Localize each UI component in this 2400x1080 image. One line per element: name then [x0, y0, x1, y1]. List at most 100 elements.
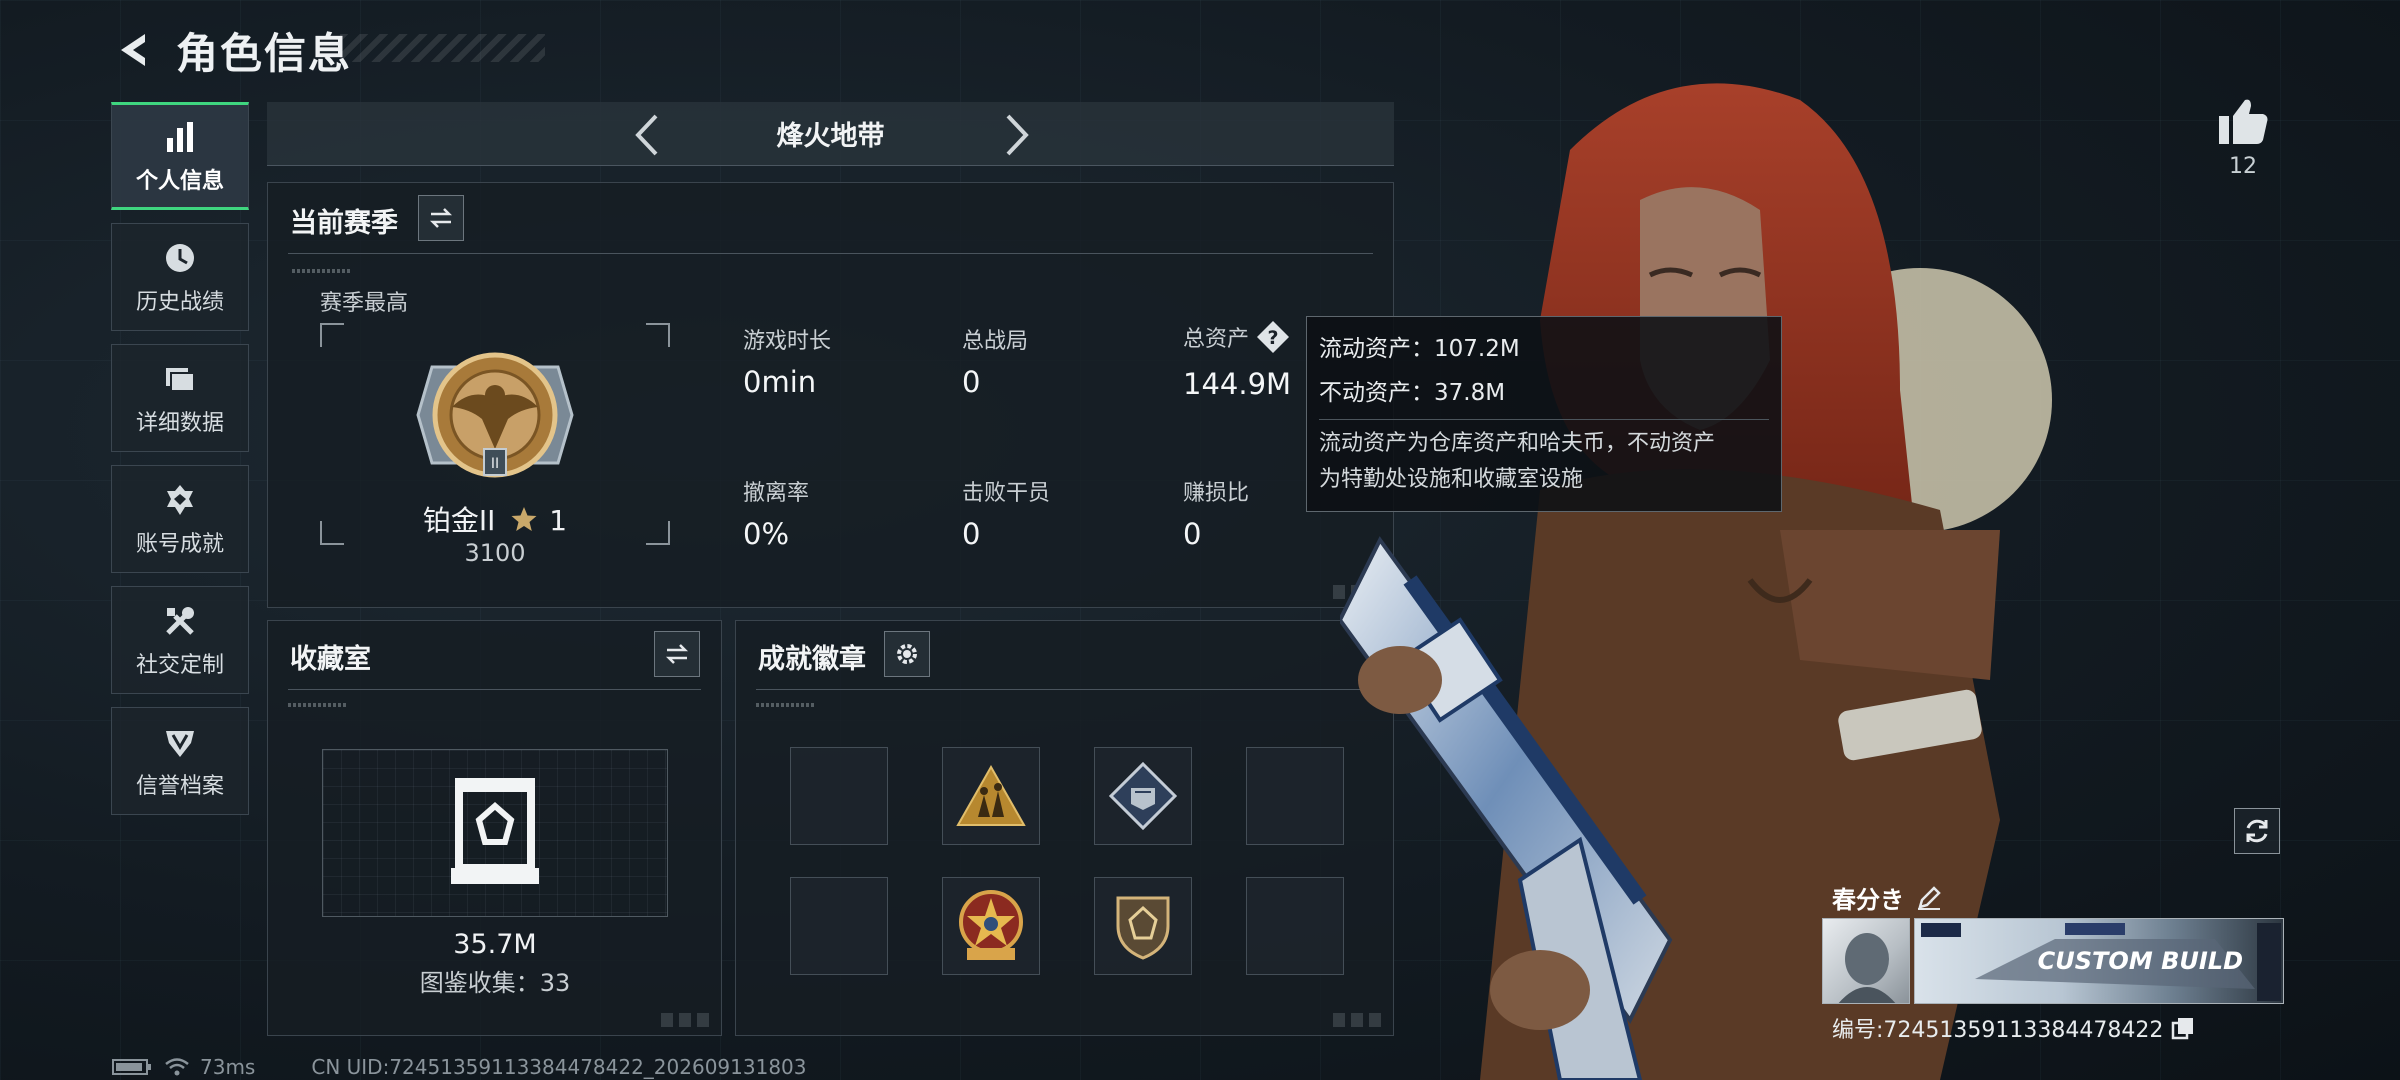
diamond-crest-badge-icon [1109, 762, 1177, 830]
divider [288, 253, 1373, 254]
player-id: 编号:72451359113384478422 [1832, 1012, 2195, 1044]
next-mode-chevron-right-icon[interactable] [992, 110, 1042, 160]
badge-slot[interactable] [1094, 877, 1192, 975]
tooltip-desc-line2: 为特勤处设施和收藏室设施 [1319, 467, 1584, 492]
profile-banner[interactable]: CUSTOM BUILD [1914, 918, 2284, 1004]
like-button[interactable]: 12 [2210, 96, 2276, 179]
stat-label: 游戏时长 [743, 329, 832, 354]
badge-slot[interactable] [942, 877, 1040, 975]
reputation-icon [160, 722, 200, 762]
sidebar-item-label: 社交定制 [135, 653, 224, 678]
stat-label-row: 总资产? [1183, 319, 1291, 361]
avatar[interactable] [1822, 918, 1910, 1004]
collection-count: 图鉴收集：33 [419, 969, 571, 997]
tooltip-divider [1319, 419, 1769, 420]
star-seal-badge-icon [959, 890, 1023, 960]
badge-slot[interactable] [1094, 747, 1192, 845]
gear-icon [897, 644, 917, 664]
collection-switch-button[interactable] [654, 631, 700, 677]
assets-tooltip: 流动资产：107.2M 不动资产：37.8M 流动资产为仓库资产和哈夫币，不动资… [1306, 316, 1782, 512]
badges-panel[interactable]: 成就徽章 [735, 620, 1394, 1036]
battery-icon [112, 1058, 152, 1076]
banner-text: CUSTOM BUILD [2037, 947, 2243, 975]
cn-uid: CN UID:72451359113384478422_202609131803 [311, 1055, 807, 1079]
display-case-icon [451, 778, 539, 884]
sidebar-item-social[interactable]: 社交定制 [111, 586, 249, 694]
folder-icon [160, 359, 200, 399]
tooltip-desc-line1: 流动资产为仓库资产和哈夫币，不动资产 [1319, 431, 1716, 456]
sidebar: 个人信息 历史战绩 详细数据 账号成就 社交定制 信誉档案 [111, 102, 249, 828]
sidebar-item-label: 个人信息 [135, 169, 224, 194]
stat-value: 144.9M [1183, 367, 1292, 401]
season-best-label: 赛季最高 [320, 291, 409, 316]
sidebar-item-achievements[interactable]: 账号成就 [111, 465, 249, 573]
header: 角色信息 [112, 18, 352, 82]
season-panel: 当前赛季 赛季最高 II 铂金II 1 3100 游戏时长 0min 总战局 0 [267, 182, 1394, 608]
rank-name: 铂金II 1 [320, 499, 670, 539]
badge-slot-empty[interactable] [1246, 877, 1344, 975]
back-arrow-icon[interactable] [112, 27, 158, 73]
edit-name-pencil-icon[interactable] [1916, 885, 1942, 911]
stat-value: 0 [962, 517, 981, 551]
stat-label: 击败干员 [962, 481, 1051, 506]
divider [756, 689, 1373, 690]
rank-stars-count: 1 [549, 504, 568, 537]
wifi-icon [164, 1057, 190, 1077]
sidebar-item-label: 信誉档案 [135, 774, 224, 799]
stat-label: 赚损比 [1183, 481, 1250, 506]
swap-icon [429, 208, 453, 228]
tooltip-fixed-assets: 不动资产：37.8M [1319, 380, 1506, 406]
help-question-icon[interactable]: ? [1255, 319, 1291, 361]
page-title: 角色信息 [176, 28, 353, 78]
badge-slot-empty[interactable] [1246, 747, 1344, 845]
star-icon [511, 507, 537, 531]
collection-panel[interactable]: 收藏室 35.7M 图鉴收集：33 [267, 620, 722, 1036]
corner-decoration [661, 1013, 711, 1027]
svg-text:?: ? [1268, 327, 1279, 349]
sidebar-item-label: 账号成就 [135, 532, 224, 557]
status-bar: 73ms CN UID:72451359113384478422_2026091… [112, 1054, 807, 1080]
copy-icon[interactable] [2171, 1016, 2195, 1040]
player-name: 春分き [1832, 880, 1942, 915]
sidebar-item-detail-data[interactable]: 详细数据 [111, 344, 249, 452]
mode-selector: 烽火地带 [267, 102, 1394, 166]
stat-profit-loss-ratio: 赚损比 0 [1183, 475, 1249, 551]
history-icon [160, 238, 200, 278]
collection-title: 收藏室 [290, 644, 371, 675]
season-switch-button[interactable] [418, 195, 464, 241]
collection-value: 35.7M [453, 929, 537, 960]
stat-label: 总资产 [1183, 327, 1250, 352]
collection-display-case [322, 749, 668, 917]
decor-code [756, 703, 816, 707]
stat-operators-defeated: 击败干员 0 [962, 475, 1050, 551]
badge-slot[interactable] [942, 747, 1040, 845]
prev-mode-chevron-left-icon[interactable] [622, 110, 672, 160]
divider [288, 689, 701, 690]
refresh-button[interactable] [2234, 808, 2280, 854]
triangle-soldiers-badge-icon [956, 765, 1026, 826]
stat-label: 撤离率 [743, 481, 810, 506]
badge-slot-empty[interactable] [790, 747, 888, 845]
stat-total-matches: 总战局 0 [962, 323, 1028, 399]
refresh-icon [2246, 819, 2268, 843]
badge-slot-empty[interactable] [790, 877, 888, 975]
platinum-rank-emblem-icon: II [416, 352, 574, 478]
badges-settings-button[interactable] [884, 631, 930, 677]
sidebar-item-reputation[interactable]: 信誉档案 [111, 707, 249, 815]
decor-code [288, 703, 348, 707]
sidebar-item-history[interactable]: 历史战绩 [111, 223, 249, 331]
stat-value: 0 [1183, 517, 1202, 551]
rank-points: 3100 [464, 539, 526, 567]
sidebar-item-personal-info[interactable]: 个人信息 [111, 102, 249, 210]
stat-value: 0% [743, 517, 790, 551]
bar-chart-icon [160, 117, 200, 157]
stat-value: 0 [962, 365, 981, 399]
player-id-text: 编号:72451359113384478422 [1832, 1018, 2164, 1043]
badges-title: 成就徽章 [758, 644, 866, 675]
player-name-text: 春分き [1832, 886, 1904, 914]
title-decoration [340, 34, 545, 62]
rank-name-text: 铂金II [422, 504, 496, 537]
stat-label: 总战局 [962, 329, 1029, 354]
thumbs-up-icon [2219, 99, 2268, 144]
stat-value: 0min [743, 365, 817, 399]
